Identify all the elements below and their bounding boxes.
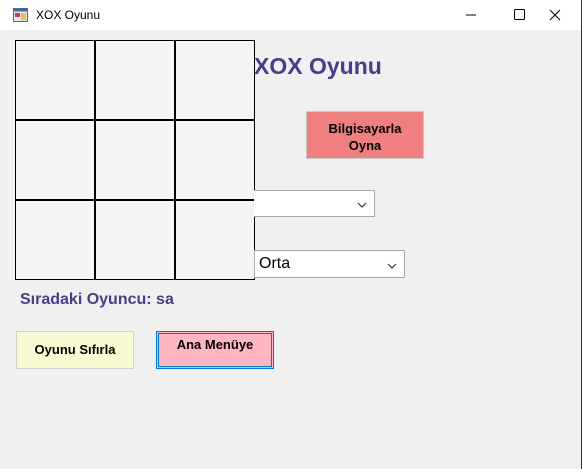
- maximize-icon: [514, 9, 525, 20]
- maximize-button[interactable]: [494, 0, 540, 30]
- play-computer-button[interactable]: Bilgisayarla Oyna: [306, 111, 424, 159]
- chevron-down-icon: [357, 202, 367, 208]
- close-icon: [549, 9, 561, 21]
- window-title: XOX Oyunu: [36, 8, 101, 22]
- difficulty-select-value: Orta: [259, 255, 291, 272]
- board-cell-2[interactable]: [95, 40, 175, 120]
- board-cell-8[interactable]: [95, 200, 175, 280]
- reset-game-button[interactable]: Oyunu Sıfırla: [16, 331, 134, 369]
- minimize-button[interactable]: [448, 0, 494, 30]
- minimize-icon: [466, 14, 476, 16]
- board-cell-7[interactable]: [15, 200, 95, 280]
- board-cell-9[interactable]: [175, 200, 255, 280]
- play-computer-label-line1: Bilgisayarla: [328, 121, 402, 136]
- main-menu-button[interactable]: Ana Menüye: [156, 331, 274, 369]
- board-cell-5[interactable]: [95, 120, 175, 200]
- play-computer-label-line2: Oyna: [348, 138, 382, 153]
- next-player-label: Sıradaki Oyuncu: sa: [20, 291, 174, 308]
- mode-select[interactable]: [254, 190, 375, 217]
- difficulty-select[interactable]: Orta: [254, 250, 405, 278]
- board-cell-1[interactable]: [15, 40, 95, 120]
- game-heading: XOX Oyunu: [254, 53, 382, 79]
- main-window: XOX Oyunu XOX Oyunu Bilgisayarla Oyna Or…: [0, 0, 582, 469]
- app-icon: [13, 8, 28, 22]
- board-cell-6[interactable]: [175, 120, 255, 200]
- game-board: [15, 40, 255, 280]
- close-button[interactable]: [540, 0, 582, 30]
- board-cell-3[interactable]: [175, 40, 255, 120]
- main-menu-label: Ana Menüye: [176, 337, 254, 352]
- title-bar[interactable]: XOX Oyunu: [0, 0, 581, 30]
- board-cell-4[interactable]: [15, 120, 95, 200]
- chevron-down-icon: [387, 263, 397, 269]
